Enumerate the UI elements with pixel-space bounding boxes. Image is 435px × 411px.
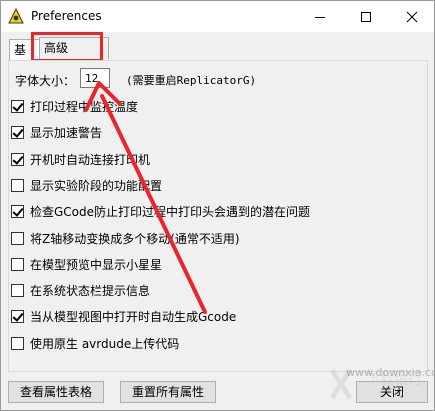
option-checkbox[interactable] [11,99,24,113]
option-checkbox[interactable] [11,204,24,218]
title-bar[interactable]: Preferences [1,1,434,32]
app-icon [8,8,24,24]
option-checkbox[interactable] [11,336,24,350]
view-properties-button[interactable]: 查看属性表格 [8,381,104,403]
option-row[interactable]: 检查GCode防止打印过程中打印头会遇到的潜在问题 [11,202,310,220]
option-row[interactable]: 当从模型视图中打开时自动生成Gcode [11,307,236,325]
option-row[interactable]: 在模型预览中显示小星星 [11,255,162,273]
minimize-icon [315,16,325,18]
option-row[interactable]: 将Z轴移动变换成多个移动(通常不适用) [11,229,240,247]
option-checkbox[interactable] [11,178,24,192]
option-label: 将Z轴移动变换成多个移动(通常不适用) [30,231,240,246]
option-label: 使用原生 avrdude上传代码 [30,336,180,351]
font-size-input[interactable]: 12 [80,68,110,88]
reset-all-button[interactable]: 重置所有属性 [120,381,216,403]
minimize-button[interactable] [297,1,343,32]
close-window-button[interactable] [389,1,435,32]
option-label: 在系统状态栏提示信息 [30,283,151,298]
font-size-label: 字体大小： [15,74,76,88]
window-title: Preferences [31,9,102,23]
option-checkbox[interactable] [11,231,24,245]
watermark-url: www.downxia.com [346,366,435,379]
option-label: 打印过程中监控温度 [30,99,139,114]
option-row[interactable]: 打印过程中监控温度 [11,97,138,115]
option-row[interactable]: 在系统状态栏提示信息 [11,281,150,299]
option-checkbox[interactable] [11,309,24,323]
option-label: 显示实验阶段的功能配置 [30,178,163,193]
option-row[interactable]: 显示实验阶段的功能配置 [11,176,162,194]
close-icon [406,11,418,22]
option-checkbox[interactable] [11,257,24,271]
option-row[interactable]: 使用原生 avrdude上传代码 [11,334,179,352]
option-checkbox[interactable] [11,152,24,166]
option-label: 显示加速警告 [30,125,103,140]
maximize-button[interactable] [343,1,389,32]
option-label: 开机时自动连接打印机 [30,152,151,167]
font-size-note: (需要重启ReplicatorG) [126,74,257,87]
option-checkbox[interactable] [11,283,24,297]
option-label: 检查GCode防止打印过程中打印头会遇到的潜在问题 [30,204,311,219]
option-label: 当从模型视图中打开时自动生成Gcode [30,309,237,324]
option-row[interactable]: 开机时自动连接打印机 [11,150,150,168]
option-row[interactable]: 显示加速警告 [11,123,102,141]
maximize-icon [361,11,371,22]
annotation-highlight-box [31,32,103,62]
option-checkbox[interactable] [11,125,24,139]
option-label: 在模型预览中显示小星星 [30,257,163,272]
